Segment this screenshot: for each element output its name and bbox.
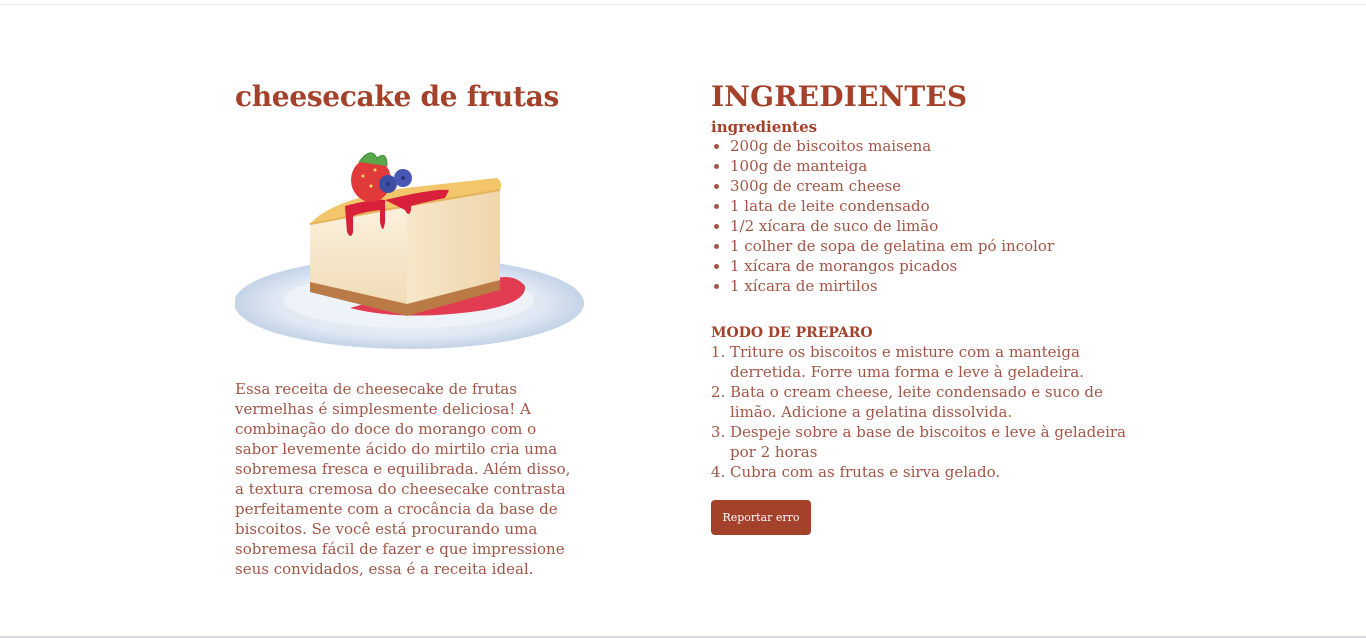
report-error-button[interactable]: Reportar erro: [711, 500, 811, 535]
ingredient-item: 100g de manteiga: [730, 156, 1151, 176]
method-step: Bata o cream cheese, leite condensado e …: [730, 382, 1150, 422]
recipe-details: INGREDIENTES ingredientes 200g de biscoi…: [711, 78, 1151, 535]
top-border: [0, 0, 1366, 5]
method-step: Triture os biscoitos e misture com a man…: [730, 342, 1150, 382]
recipe-description: Essa receita de cheesecake de frutas ver…: [235, 380, 571, 578]
ingredient-item: 200g de biscoitos maisena: [730, 136, 1151, 156]
ingredient-item: 1 xícara de mirtilos: [730, 276, 1151, 296]
ingredient-item: 1 colher de sopa de gelatina em pó incol…: [730, 236, 1151, 256]
method-steps: Triture os biscoitos e misture com a man…: [711, 342, 1150, 482]
recipe-summary: cheesecake de frutas Essa receita de che…: [235, 78, 595, 578]
ingredient-item: 1/2 xícara de suco de limão: [730, 216, 1151, 236]
method-heading: MODO DE PREPARO: [711, 325, 873, 341]
ingredient-item: 1 xícara de morangos picados: [730, 256, 1151, 276]
method-step: Despeje sobre a base de biscoitos e leve…: [730, 422, 1150, 462]
recipe-title: cheesecake de frutas: [235, 80, 559, 113]
ingredient-item: 300g de cream cheese: [730, 176, 1151, 196]
ingredients-heading: INGREDIENTES: [711, 80, 968, 113]
cheesecake-image: [235, 152, 584, 349]
ingredients-subheading: ingredientes: [711, 118, 818, 136]
ingredient-item: 1 lata de leite condensado: [730, 196, 1151, 216]
ingredients-list: 200g de biscoitos maisena 100g de mantei…: [711, 136, 1151, 296]
method-step: Cubra com as frutas e sirva gelado.: [730, 462, 1150, 482]
